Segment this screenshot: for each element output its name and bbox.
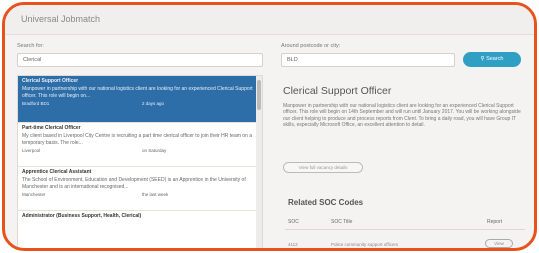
detail-title: Clerical Support Officer [283, 85, 392, 97]
view-details-button[interactable]: View full vacancy details [283, 162, 363, 173]
col-header-soc: SOC [288, 219, 299, 225]
table-divider [285, 229, 525, 230]
search-label: Search for: [17, 43, 44, 49]
results-list[interactable]: Clerical Support Officer Manpower in par… [17, 75, 263, 248]
app-title: Universal Jobmatch [21, 14, 101, 24]
app-window: Universal Jobmatch Search for: Clerical … [2, 2, 537, 251]
result-item[interactable]: Apprentice Clerical Assistant The School… [18, 167, 258, 211]
related-title: Related SOC Codes [288, 198, 364, 207]
result-item[interactable]: Part-time Clerical Officer My client bas… [18, 123, 258, 167]
result-item[interactable]: Administrator (Business Support, Health,… [18, 211, 258, 248]
detail-description: Manpower in partnership with our nationa… [283, 103, 521, 129]
result-desc: The School of Environment, Education and… [22, 177, 246, 190]
view-report-button[interactable]: View [485, 239, 513, 248]
app-header: Universal Jobmatch [5, 5, 534, 35]
results-scrollbar[interactable] [256, 76, 262, 248]
location-input[interactable]: BLD [281, 53, 455, 67]
location-label: Around postcode or city: [281, 43, 341, 49]
search-button[interactable]: ⚲ Search [463, 52, 521, 67]
result-desc: Manpower in partnership with our nationa… [22, 86, 253, 99]
search-icon: ⚲ [480, 56, 485, 62]
result-meta: Bradford BD1 2 days ago [22, 101, 254, 109]
col-header-soc-title: SOC Title [331, 219, 353, 225]
col-header-report: Report [487, 219, 503, 225]
result-item[interactable]: Clerical Support Officer Manpower in par… [18, 76, 258, 123]
soc-title: Police community support officers [331, 242, 399, 247]
scrollbar-thumb[interactable] [257, 80, 261, 110]
result-location: Liverpool [22, 148, 41, 153]
search-button-label: Search [486, 56, 504, 62]
result-title: Clerical Support Officer [22, 78, 79, 84]
result-title: Administrator (Business Support, Health,… [22, 213, 142, 219]
result-location: Bradford BD1 [22, 101, 50, 106]
result-date: 2 days ago [142, 101, 165, 106]
result-desc: My client based in Liverpool City Centre… [22, 133, 253, 146]
result-meta: Liverpool on Saturday [22, 148, 254, 156]
soc-code: 4112 [288, 242, 298, 247]
result-date: on Saturday [142, 148, 167, 153]
result-date: the last week [142, 192, 169, 197]
result-title: Part-time Clerical Officer [22, 125, 81, 131]
result-location: Manchester [22, 192, 46, 197]
result-title: Apprentice Clerical Assistant [22, 169, 92, 175]
result-meta: Manchester the last week [22, 192, 254, 200]
search-input[interactable]: Clerical [17, 53, 263, 67]
